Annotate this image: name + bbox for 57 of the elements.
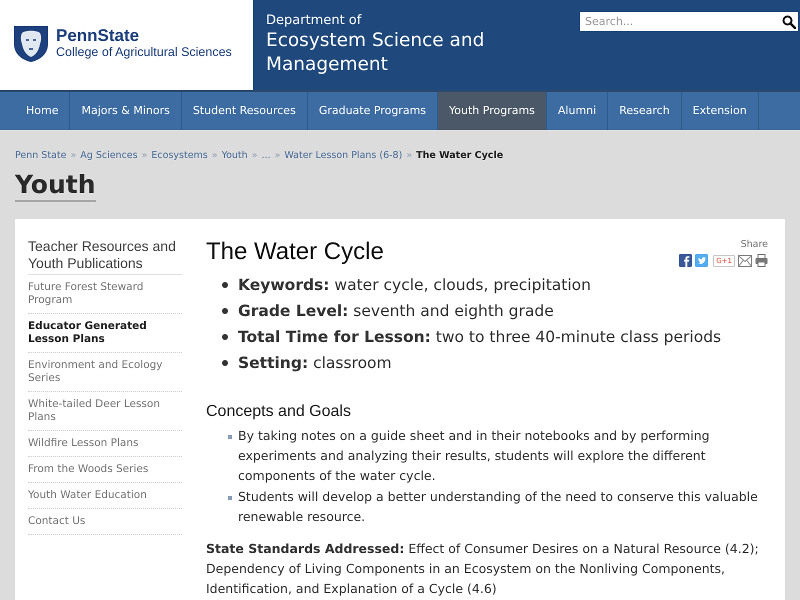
square-bullet-icon <box>228 496 232 500</box>
nav-tab[interactable]: Student Resources <box>182 92 308 130</box>
lesson-detail: Grade Level: seventh and eighth grade <box>238 301 554 321</box>
breadcrumb-separator: » <box>70 149 76 164</box>
bullet-icon <box>222 282 228 288</box>
department-prefix: Department of <box>266 12 363 29</box>
goal-text: By taking notes on a guide sheet and in their notebooks and by performing experiments and analyzing their results, students will explore the different components of the water cycle. <box>238 427 711 485</box>
facebook-icon[interactable] <box>679 254 692 267</box>
sidebar-link[interactable]: Educator Generated Lesson Plans <box>28 314 182 353</box>
section-heading: Youth <box>15 171 96 202</box>
breadcrumb-separator: » <box>274 149 280 164</box>
nav-tab[interactable]: Alumni <box>546 92 608 130</box>
breadcrumb-link[interactable]: ... <box>262 149 271 164</box>
breadcrumb-separator: » <box>142 149 148 164</box>
mail-icon[interactable] <box>738 254 752 266</box>
breadcrumb-separator: » <box>406 149 412 164</box>
lesson-detail: Total Time for Lesson: two to three 40-minute class periods <box>238 327 722 347</box>
bullet-icon <box>222 334 228 340</box>
sidebar-link[interactable]: Environment and Ecology Series <box>28 353 182 392</box>
nav-tab[interactable]: Majors & Minors <box>70 92 182 130</box>
shield-logo-icon[interactable] <box>13 25 49 63</box>
lesson-detail: Keywords: water cycle, clouds, precipitation <box>238 275 591 295</box>
sidebar-link[interactable]: Future Forest Steward Program <box>28 275 182 314</box>
sidebar-heading: Teacher Resources and Youth Publications <box>28 238 182 275</box>
printer-icon[interactable] <box>755 254 768 267</box>
bullet-icon <box>222 308 228 314</box>
sidebar-link[interactable]: Youth Water Education <box>28 483 182 509</box>
breadcrumb-link[interactable]: Ecosystems <box>151 149 208 164</box>
department-name: Ecosystem Science and Management <box>266 29 486 77</box>
sidebar-link[interactable]: Wildfire Lesson Plans <box>28 431 182 457</box>
nav-tab[interactable]: Home <box>15 92 70 130</box>
breadcrumb-link[interactable]: Penn State <box>15 149 66 164</box>
sidebar-link[interactable]: From the Woods Series <box>28 457 182 483</box>
goal-text: Students will develop a better understanding of the need to conserve this valuable renewable resource. <box>238 488 759 526</box>
concepts-heading: Concepts and Goals <box>206 402 352 422</box>
search-icon <box>782 14 796 28</box>
nav-tab[interactable]: Youth Programs <box>438 92 547 130</box>
breadcrumb-link[interactable]: Youth <box>222 149 248 164</box>
logo-wordmark: PennState <box>56 27 140 45</box>
breadcrumb-separator: » <box>212 149 218 164</box>
breadcrumb-link[interactable]: Water Lesson Plans (6-8) <box>284 149 402 164</box>
breadcrumb-link[interactable]: Ag Sciences <box>80 149 138 164</box>
search-button[interactable] <box>779 12 798 31</box>
nav-tab[interactable]: Extension <box>682 92 759 130</box>
square-bullet-icon <box>228 435 232 439</box>
lesson-detail: Setting: classroom <box>238 353 392 373</box>
sidebar-link[interactable]: White-tailed Deer Lesson Plans <box>28 392 182 431</box>
breadcrumb-separator: » <box>252 149 258 164</box>
article-title: The Water Cycle <box>206 237 384 267</box>
share-label: Share <box>740 239 768 251</box>
sidebar-link[interactable]: Contact Us <box>28 509 182 535</box>
bullet-icon <box>222 360 228 366</box>
breadcrumb-current: The Water Cycle <box>416 149 504 164</box>
nav-tab[interactable]: Research <box>608 92 682 130</box>
search-field[interactable]: Search... <box>580 12 779 31</box>
logo-subtitle: College of Agricultural Sciences <box>56 45 232 60</box>
standards-text: State Standards Addressed: Effect of Consumer Desires on a Natural Resource (4.2); Dependency of Living Components in an Ecosystem on the Nonliving Components, Identification, and Explanation of a Cycle (4.6) <box>206 540 760 598</box>
